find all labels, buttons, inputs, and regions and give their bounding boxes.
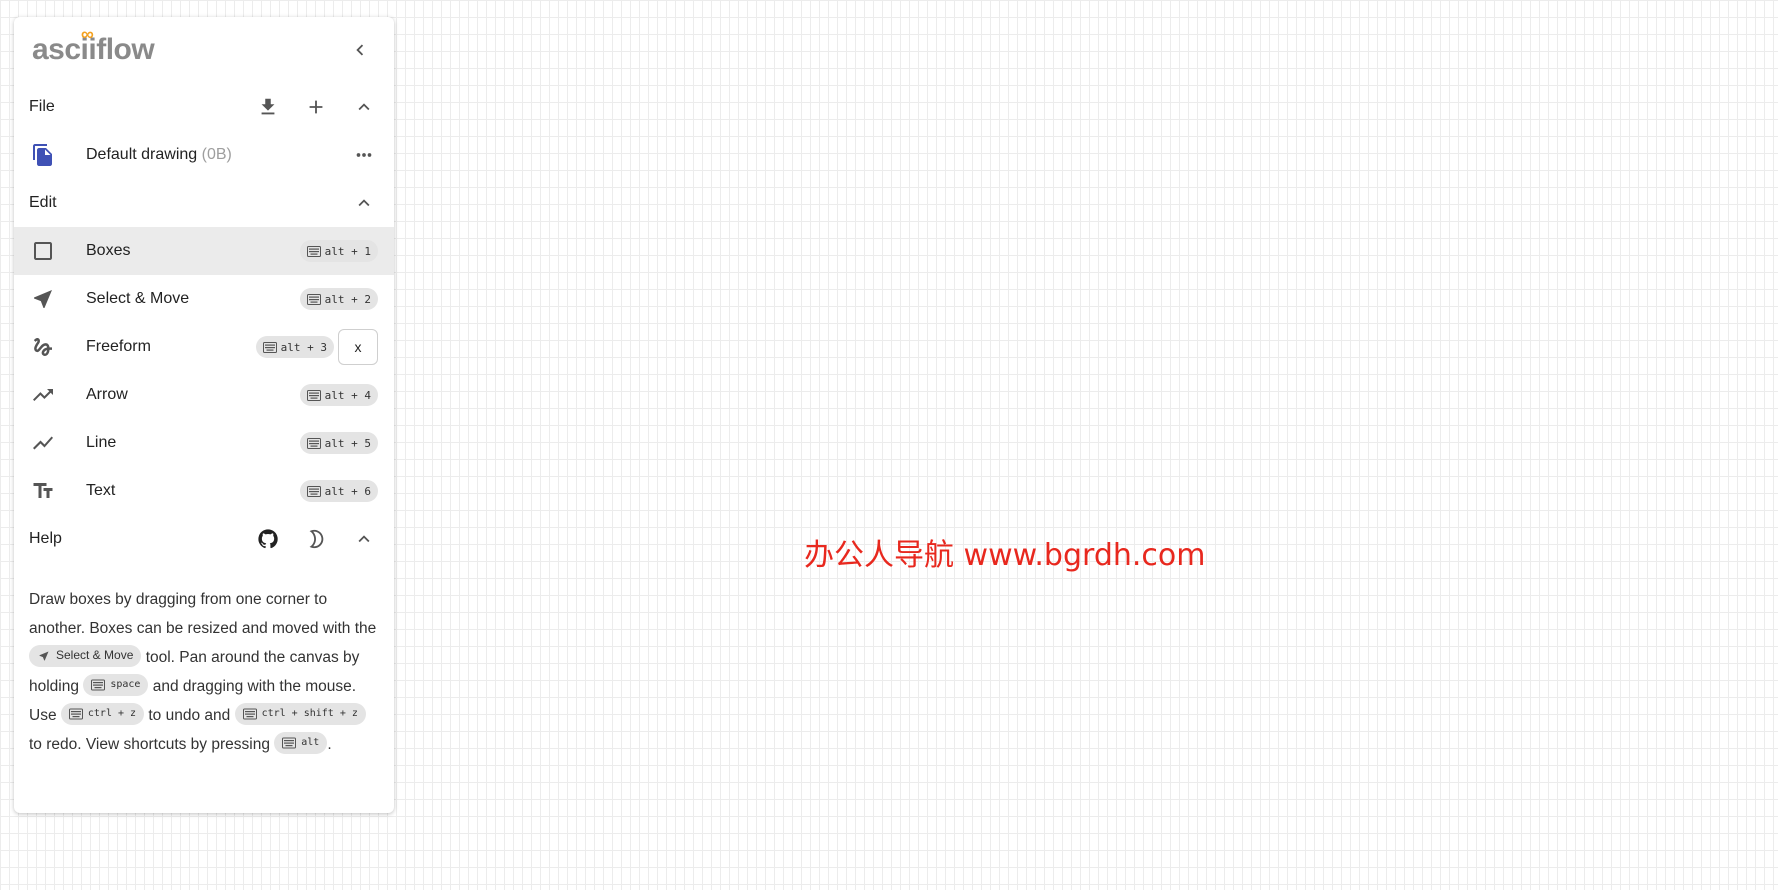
shortcut-badge: alt + 1 <box>299 240 378 262</box>
logo-row: asciiflow ∞ <box>14 17 394 83</box>
undo-key-chip: ctrl + z <box>60 702 145 725</box>
tool-label: Freeform <box>86 338 151 355</box>
edit-section-header[interactable]: Edit <box>14 179 394 227</box>
help-section-title: Help <box>29 530 62 547</box>
gesture-icon <box>30 334 56 360</box>
github-icon <box>258 529 278 549</box>
new-drawing-button[interactable] <box>298 89 334 125</box>
tool-freeform[interactable]: Freeform alt + 3 x <box>14 323 394 371</box>
tool-select-move[interactable]: Select & Move alt + 2 <box>14 275 394 323</box>
keyboard-icon <box>306 485 321 497</box>
keyboard-icon <box>306 437 321 449</box>
chevron-up-icon <box>358 535 370 543</box>
chevron-up-icon <box>358 199 370 207</box>
collapse-panel-button[interactable] <box>342 32 378 68</box>
asciiflow-logo: asciiflow ∞ <box>32 24 155 66</box>
file-collapse-button[interactable] <box>346 89 382 125</box>
trending-up-icon <box>30 382 56 408</box>
github-button[interactable] <box>250 521 286 557</box>
edit-section-title: Edit <box>29 194 57 211</box>
tool-label: Arrow <box>86 386 128 403</box>
navigation-icon <box>39 651 49 661</box>
square-icon <box>30 238 56 264</box>
keyboard-icon <box>242 708 257 720</box>
keyboard-icon <box>91 679 106 691</box>
tool-label: Line <box>86 434 117 451</box>
add-icon <box>309 100 323 114</box>
alt-key-chip: alt <box>274 731 328 754</box>
select-move-chip: Select & Move <box>29 644 142 667</box>
drawing-size: (0B) <box>201 146 232 163</box>
side-panel: asciiflow ∞ File Default drawing (0B) Ed… <box>14 17 394 813</box>
space-key-chip: space <box>83 673 149 696</box>
edit-collapse-button[interactable] <box>346 185 382 221</box>
help-description: Draw boxes by dragging from one corner t… <box>29 591 377 754</box>
keyboard-icon <box>282 737 297 749</box>
shortcut-badge: alt + 3 <box>255 336 334 358</box>
tool-text[interactable]: Text alt + 6 <box>14 467 394 515</box>
tool-label: Select & Move <box>86 290 190 307</box>
drawing-menu-button[interactable] <box>346 137 382 173</box>
file-section-header[interactable]: File <box>14 83 394 131</box>
download-icon <box>261 98 275 115</box>
dark-mode-icon <box>309 529 324 549</box>
keyboard-icon <box>306 245 321 257</box>
keyboard-icon <box>306 293 321 305</box>
navigation-icon <box>30 286 56 312</box>
tool-label: Boxes <box>86 242 131 259</box>
dark-mode-button[interactable] <box>298 521 334 557</box>
tool-arrow[interactable]: Arrow alt + 4 <box>14 371 394 419</box>
drawing-name: Default drawing (0B) <box>86 146 232 163</box>
help-collapse-button[interactable] <box>346 521 382 557</box>
chevron-left-icon <box>356 44 364 56</box>
shortcut-badge: alt + 5 <box>299 432 378 454</box>
shortcut-badge: alt + 4 <box>299 384 378 406</box>
tool-label: Text <box>86 482 116 499</box>
text-fields-icon <box>30 478 56 504</box>
shortcut-badge: alt + 6 <box>299 480 378 502</box>
keyboard-icon <box>68 708 83 720</box>
show-chart-icon <box>30 430 56 456</box>
redo-key-chip: ctrl + shift + z <box>234 702 366 725</box>
logo-infinity-mark: ∞ <box>81 24 94 44</box>
watermark-text: 办公人导航 www.bgrdh.com <box>804 538 1206 573</box>
drawing-item[interactable]: Default drawing (0B) <box>14 131 394 179</box>
chevron-up-icon <box>358 103 370 111</box>
freeform-character-button[interactable]: x <box>338 329 378 365</box>
keyboard-icon <box>262 341 277 353</box>
download-button[interactable] <box>250 89 286 125</box>
more-horiz-icon <box>356 153 372 157</box>
tool-line[interactable]: Line alt + 5 <box>14 419 394 467</box>
shortcut-badge: alt + 2 <box>299 288 378 310</box>
file-section-title: File <box>29 98 55 115</box>
tool-boxes[interactable]: Boxes alt + 1 <box>14 227 394 275</box>
keyboard-icon <box>306 389 321 401</box>
file-copy-icon <box>30 142 56 168</box>
help-section-header[interactable]: Help <box>14 515 394 563</box>
